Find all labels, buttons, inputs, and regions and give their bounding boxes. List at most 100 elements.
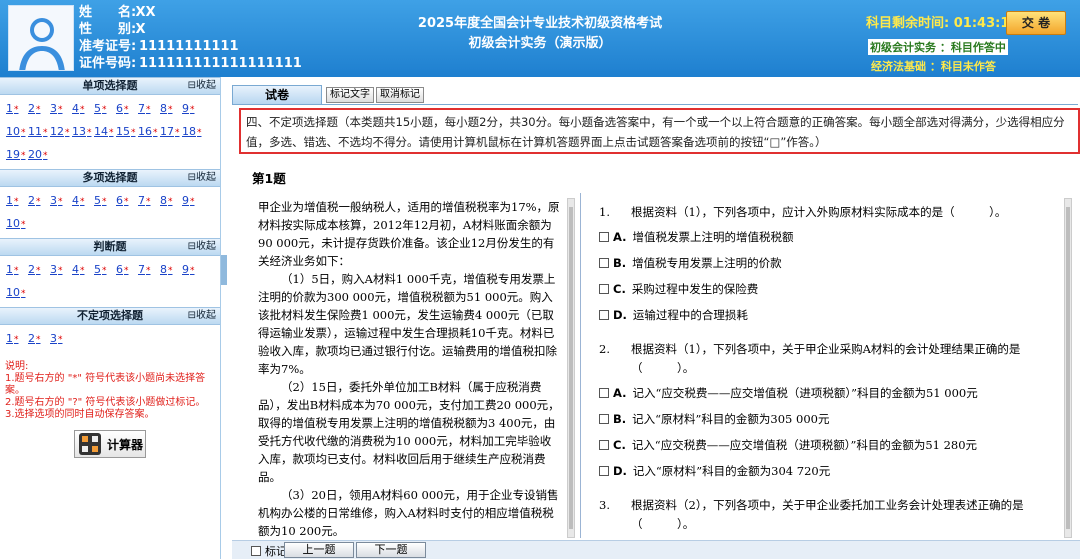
material-scrollbar[interactable] <box>567 198 575 538</box>
question-link[interactable]: 18* <box>182 125 204 138</box>
collapse-toggle[interactable]: ⊟收起 <box>188 78 216 94</box>
prev-question-button[interactable]: 上一题 <box>284 542 354 558</box>
question-link[interactable]: 8* <box>160 194 182 207</box>
question-link[interactable]: 16* <box>138 125 160 138</box>
question-link[interactable]: 1* <box>6 332 28 345</box>
question-link[interactable]: 14* <box>94 125 116 138</box>
question-link[interactable]: 1* <box>6 102 28 115</box>
subject-status-accounting[interactable]: 初级会计实务 ：科目作答中 <box>868 39 1008 55</box>
question-link[interactable]: 3* <box>50 263 72 276</box>
option-checkbox[interactable] <box>599 310 609 320</box>
note-line: 说明: <box>5 361 29 372</box>
question-link-number: 5 <box>94 194 101 207</box>
question-number-row: 10* 11* 12* 13* 14* 15* 16* 17* 18* <box>6 120 216 143</box>
question-link[interactable]: 3* <box>50 332 72 345</box>
question-link[interactable]: 9* <box>182 263 204 276</box>
question-link[interactable]: 4* <box>72 102 94 115</box>
question-link[interactable]: 5* <box>94 263 116 276</box>
pane-divider[interactable] <box>580 193 581 538</box>
question-link[interactable]: 11* <box>28 125 50 138</box>
question-link[interactable]: 7* <box>138 263 160 276</box>
question-link[interactable]: 20* <box>28 148 50 161</box>
question-link[interactable]: 6* <box>116 194 138 207</box>
answer-option[interactable]: B. 记入“原材料”科目的金额为305 000元 <box>599 406 1057 432</box>
unmark-button[interactable]: 取消标记 <box>376 87 424 103</box>
question-link-number: 5 <box>94 102 101 115</box>
mark-text-button[interactable]: 标记文字 <box>326 87 374 103</box>
unanswered-star: * <box>153 128 158 138</box>
option-checkbox[interactable] <box>599 466 609 476</box>
answer-option[interactable]: C. 记入“应交税费——应交增值税（进项税额）”科目的金额为51 280元 <box>599 432 1057 458</box>
next-question-button[interactable]: 下一题 <box>356 542 426 558</box>
question-link[interactable]: 4* <box>72 194 94 207</box>
question-link[interactable]: 13* <box>72 125 94 138</box>
note-line: 2.题号右方的 "?" 符号代表该小题做过标记。 <box>5 397 206 408</box>
question-link[interactable]: 6* <box>116 102 138 115</box>
question-link[interactable]: 3* <box>50 102 72 115</box>
question-link[interactable]: 8* <box>160 102 182 115</box>
option-letter: A. <box>613 230 627 244</box>
question-link[interactable]: 10* <box>6 125 28 138</box>
option-letter: B. <box>613 412 627 426</box>
option-checkbox[interactable] <box>599 258 609 268</box>
question-link[interactable]: 19* <box>6 148 28 161</box>
question-link[interactable]: 9* <box>182 194 204 207</box>
mark-checkbox-box[interactable] <box>251 546 261 556</box>
question-item: 2. 根据资料（1），下列各项中，关于甲企业采购A材料的会计处理结果正确的是（ ）… <box>599 340 1057 484</box>
answer-option[interactable]: D. 运输过程中的合理损耗 <box>599 302 1057 328</box>
answer-option[interactable]: A. 记入“应交税费——应交增值税（进项税额）”科目的金额为51 000元 <box>599 380 1057 406</box>
unanswered-star: * <box>131 128 136 138</box>
question-link[interactable]: 10* <box>6 217 28 230</box>
option-checkbox[interactable] <box>599 232 609 242</box>
question-number-grid: 1* 2* 3* 4* 5* 6* 7* 8* 9* 10* 11* 12* 13* 14* 15* 16* 1… <box>0 95 220 169</box>
question-link[interactable]: 5* <box>94 194 116 207</box>
collapse-toggle[interactable]: ⊟收起 <box>188 239 216 255</box>
submit-exam-button[interactable]: 交 卷 <box>1006 11 1066 35</box>
answer-option[interactable]: A. 增值税发票上注明的增值税税额 <box>599 224 1057 250</box>
question-link[interactable]: 1* <box>6 194 28 207</box>
option-checkbox[interactable] <box>599 414 609 424</box>
question-link[interactable]: 2* <box>28 194 50 207</box>
answer-option[interactable]: D. 记入“原材料”科目的金额为304 720元 <box>599 458 1057 484</box>
question-link-number: 3 <box>50 263 57 276</box>
question-link[interactable]: 9* <box>182 102 204 115</box>
question-link[interactable]: 1* <box>6 263 28 276</box>
question-link-number: 9 <box>182 194 189 207</box>
collapse-toggle[interactable]: ⊟收起 <box>188 308 216 324</box>
question-link[interactable]: 3* <box>50 194 72 207</box>
option-checkbox[interactable] <box>599 284 609 294</box>
question-link-number: 1 <box>6 102 13 115</box>
answer-option[interactable]: C. 采购过程中发生的保险费 <box>599 276 1057 302</box>
question-link[interactable]: 17* <box>160 125 182 138</box>
tab-paper[interactable]: 试卷 <box>232 85 322 105</box>
option-checkbox[interactable] <box>599 388 609 398</box>
question-link[interactable]: 7* <box>138 194 160 207</box>
question-stem: 3. 根据资料（2），下列各项中，关于甲企业委托加工业务会计处理表述正确的是（ ）… <box>599 496 1057 534</box>
answer-option[interactable]: B. 增值税专用发票上注明的价款 <box>599 250 1057 276</box>
option-text: 记入“原材料”科目的金额为304 720元 <box>632 464 831 478</box>
question-link[interactable]: 2* <box>28 102 50 115</box>
question-link[interactable]: 2* <box>28 332 50 345</box>
question-link[interactable]: 10* <box>6 286 28 299</box>
question-link[interactable]: 4* <box>72 263 94 276</box>
question-link[interactable]: 15* <box>116 125 138 138</box>
name-label: 姓 名: <box>79 5 137 20</box>
calculator-button[interactable]: 计算器 <box>74 430 146 458</box>
question-number-row: 10* <box>6 281 216 304</box>
question-link-number: 3 <box>50 102 57 115</box>
option-letter: B. <box>613 256 627 270</box>
question-link[interactable]: 12* <box>50 125 72 138</box>
subject-status-law[interactable]: 经济法基础 ：科目未作答 <box>871 58 996 74</box>
questions-scrollbar[interactable] <box>1064 198 1072 538</box>
unanswered-star: * <box>58 266 63 276</box>
collapse-toggle[interactable]: ⊟收起 <box>188 170 216 186</box>
question-link[interactable]: 6* <box>116 263 138 276</box>
option-checkbox[interactable] <box>599 440 609 450</box>
sidebar-toggle-handle[interactable] <box>221 255 227 285</box>
question-link[interactable]: 7* <box>138 102 160 115</box>
option-text: 记入“应交税费——应交增值税（进项税额）”科目的金额为51 000元 <box>632 386 978 400</box>
question-link[interactable]: 8* <box>160 263 182 276</box>
question-link[interactable]: 5* <box>94 102 116 115</box>
mark-checkbox[interactable]: 标记 <box>251 543 287 559</box>
question-link[interactable]: 2* <box>28 263 50 276</box>
